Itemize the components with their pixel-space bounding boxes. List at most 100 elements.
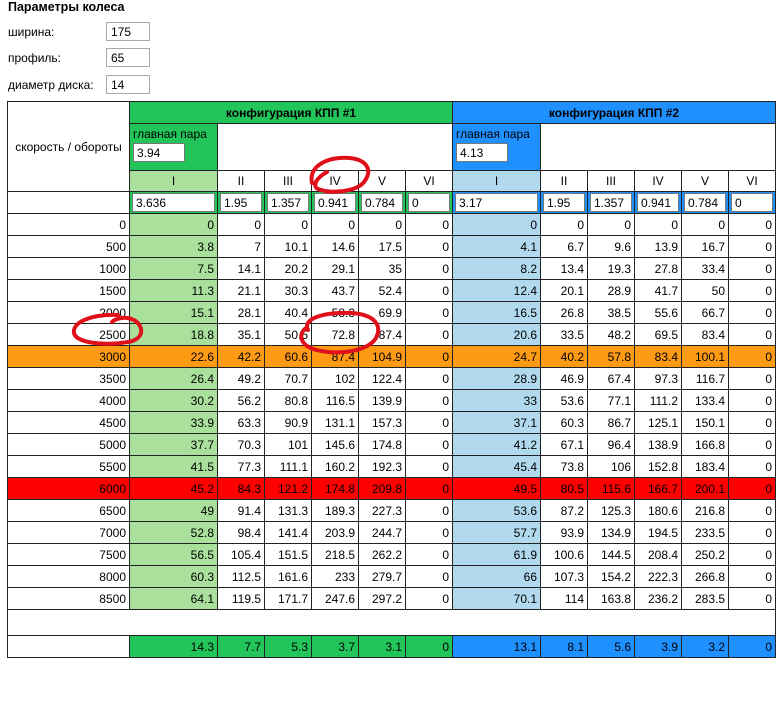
config-2-main-pair-spacer [540, 123, 776, 171]
config-2-title: конфигурация КПП #2 [452, 101, 776, 124]
speed-cell: 8.2 [452, 257, 541, 280]
config-2-gear-v-ratio-cell [681, 191, 729, 214]
table-row: 3000 22.6 42.2 60.6 87.4 104.9 0 24.7 40.2 57.8 83… [7, 345, 776, 368]
speed-cell: 102 [311, 367, 359, 390]
width-input[interactable] [106, 22, 150, 41]
speed-cell: 112.5 [217, 565, 265, 588]
speed-cell: 4.1 [452, 235, 541, 258]
speed-cell: 151.5 [264, 543, 312, 566]
ratio-row-empty [7, 191, 130, 214]
speed-cell: 80.5 [540, 477, 588, 500]
speed-cell: 52.4 [358, 279, 406, 302]
config-1-main-pair-spacer [217, 123, 453, 171]
speed-cell: 152.8 [634, 455, 682, 478]
table-row: 2500 18.8 35.1 50.5 72.8 87.4 0 20.6 33.5 48.2 69.… [7, 323, 776, 346]
speed-cell: 84.3 [217, 477, 265, 500]
config-1-main-pair: главная пара [129, 123, 218, 171]
speed-cell: 0 [405, 477, 453, 500]
speed-cell: 116.5 [311, 389, 359, 412]
speed-cell: 131.1 [311, 411, 359, 434]
config-1-gear-ii-label: II [217, 170, 265, 192]
speed-cell: 0 [405, 543, 453, 566]
config-1-gear-i-ratio-cell [129, 191, 218, 214]
config-2-gear-i-ratio-input[interactable] [455, 193, 538, 212]
speed-cell: 64.1 [129, 587, 218, 610]
speed-cell: 131.3 [264, 499, 312, 522]
speed-cell: 122.4 [358, 367, 406, 390]
speed-cell: 0 [129, 213, 218, 236]
config-2-gear-iv-ratio-cell [634, 191, 682, 214]
speed-cell: 0 [405, 411, 453, 434]
profile-input[interactable] [106, 48, 150, 67]
speed-cell: 60.3 [129, 565, 218, 588]
table-row: 7000 52.8 98.4 141.4 203.9 244.7 0 57.7 93.9 134.… [7, 521, 776, 544]
speed-cell: 160.2 [311, 455, 359, 478]
config-1-gear-ii-ratio-input[interactable] [220, 193, 262, 212]
profile-label: профиль: [8, 51, 62, 65]
speed-cell: 144.5 [587, 543, 635, 566]
speed-cell: 0 [405, 521, 453, 544]
speed-cell: 0 [217, 213, 265, 236]
spacer-row [7, 609, 776, 636]
speed-cell: 56.2 [217, 389, 265, 412]
speed-cell: 40.4 [264, 301, 312, 324]
speed-cell: 52.8 [129, 521, 218, 544]
speed-cell: 33.4 [681, 257, 729, 280]
speed-cell: 139.9 [358, 389, 406, 412]
config-1-gear-v-label: V [358, 170, 406, 192]
speed-cell: 28.9 [587, 279, 635, 302]
speed-cell: 55.6 [634, 301, 682, 324]
speed-cell: 16.7 [681, 235, 729, 258]
config-1-gear-iii-ratio-input[interactable] [267, 193, 309, 212]
speed-cell: 14.1 [217, 257, 265, 280]
config-2-gear-i-ratio-cell [452, 191, 541, 214]
config-1-gear-i-ratio-input[interactable] [132, 193, 215, 212]
speed-cell: 218.5 [311, 543, 359, 566]
config-1-gear-iv-ratio-input[interactable] [314, 193, 356, 212]
config-1-gear-v-ratio-input[interactable] [361, 193, 403, 212]
speed-cell: 48.2 [587, 323, 635, 346]
config-1-gear-vi-ratio-input[interactable] [408, 193, 450, 212]
speed-cell: 41.5 [129, 455, 218, 478]
speed-cell: 107.3 [540, 565, 588, 588]
speed-cell: 13.9 [634, 235, 682, 258]
config-2-gear-vi-ratio-input[interactable] [731, 193, 773, 212]
config-2-gear-v-ratio-input[interactable] [684, 193, 726, 212]
config-1-main-pair-input[interactable] [133, 143, 185, 162]
speed-cell: 69.9 [358, 301, 406, 324]
spacer-cell [7, 609, 776, 636]
config-2-main-pair-input[interactable] [456, 143, 508, 162]
rpm-cell: 8000 [7, 565, 130, 588]
speed-cell: 87.4 [358, 323, 406, 346]
speed-cell: 53.6 [452, 499, 541, 522]
config-2-gear-iii-ratio-input[interactable] [590, 193, 632, 212]
rpm-cell: 1500 [7, 279, 130, 302]
speed-cell: 9.6 [587, 235, 635, 258]
speed-cell: 157.3 [358, 411, 406, 434]
speed-cell: 27.8 [634, 257, 682, 280]
speed-cell: 180.6 [634, 499, 682, 522]
speed-cell: 266.8 [681, 565, 729, 588]
speed-cell: 105.4 [217, 543, 265, 566]
config-2-gear-ii-ratio-input[interactable] [543, 193, 585, 212]
config-1-gear-vi-label: VI [405, 170, 453, 192]
speed-cell: 60.3 [540, 411, 588, 434]
rpm-cell: 4000 [7, 389, 130, 412]
speed-cell: 0 [728, 433, 776, 456]
speed-cell: 38.5 [587, 301, 635, 324]
speed-cell: 20.1 [540, 279, 588, 302]
speed-cell: 104.9 [358, 345, 406, 368]
rpm-cell: 1000 [7, 257, 130, 280]
config-2-gear-iv-ratio-input[interactable] [637, 193, 679, 212]
speed-cell: 56.5 [129, 543, 218, 566]
speed-cell: 11.3 [129, 279, 218, 302]
config-2-gear-ii-label: II [540, 170, 588, 192]
speed-cell: 90.9 [264, 411, 312, 434]
rim-diameter-input[interactable] [106, 75, 150, 94]
config-1-gear-iii-ratio-cell [264, 191, 312, 214]
speed-cell: 0 [452, 213, 541, 236]
speed-cell: 30.3 [264, 279, 312, 302]
speed-cell: 77.3 [217, 455, 265, 478]
footer-cell: 0 [405, 635, 453, 658]
speed-cell: 45.4 [452, 455, 541, 478]
